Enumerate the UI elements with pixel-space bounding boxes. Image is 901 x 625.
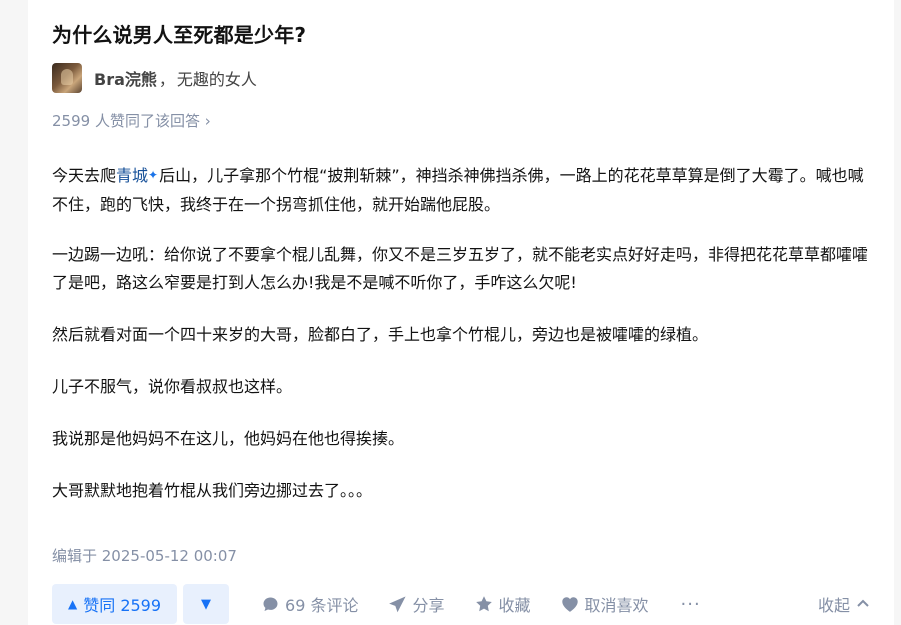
collapse-button[interactable]: 收起 (818, 592, 870, 616)
upvote-label: 赞同 2599 (83, 596, 162, 615)
comment-icon (261, 595, 279, 613)
votes-summary[interactable]: 2599 人赞同了该回答 › (52, 110, 211, 131)
unlike-label: 取消喜欢 (584, 596, 649, 615)
favorite-label: 收藏 (498, 596, 531, 615)
edited-time: 编辑于 2025-05-12 00:07 (52, 547, 237, 565)
share-button[interactable]: 分享 (389, 592, 445, 616)
upvote-button[interactable]: ▲ 赞同 2599 (52, 584, 178, 624)
action-bar: ▲ 赞同 2599 ▼ 69 条评论 分享 收藏 取消喜欢 ··· 收起 (52, 584, 870, 624)
author-info: Bra浣熊 ， 无趣的女人 (52, 62, 257, 94)
share-icon (389, 595, 407, 613)
comments-label: 69 条评论 (285, 596, 359, 615)
avatar[interactable] (52, 63, 82, 93)
answer-paragraph: 今天去爬青城✦后山，儿子拿那个竹棍“披荆斩棘”，神挡杀神佛挡杀佛，一路上的花花草… (52, 162, 872, 219)
paragraph-text: 今天去爬 (52, 166, 117, 185)
author-separator: ， (158, 70, 175, 89)
heart-icon (561, 595, 579, 613)
answer-content: 今天去爬青城✦后山，儿子拿那个竹棍“披荆斩棘”，神挡杀神佛挡杀佛，一路上的花花草… (52, 162, 872, 529)
author-name[interactable]: Bra浣熊 (94, 66, 157, 90)
paragraph-text: 后山，儿子拿那个竹棍“披荆斩棘”，神挡杀神佛挡杀佛，一路上的花花草草算是倒了大霉… (52, 166, 864, 214)
chevron-right-icon: › (204, 112, 211, 130)
more-button[interactable]: ··· (681, 594, 701, 615)
sparkle-icon: ✦ (148, 168, 159, 182)
question-title[interactable]: 为什么说男人至死都是少年? (52, 19, 306, 48)
unlike-button[interactable]: 取消喜欢 (561, 592, 649, 616)
answer-paragraph: 然后就看对面一个四十来岁的大哥，脸都白了，手上也拿个竹棍儿，旁边也是被嚯嚯的绿植… (52, 325, 709, 344)
topic-link[interactable]: 青城 (116, 166, 148, 185)
triangle-up-icon: ▲ (68, 597, 78, 611)
triangle-down-icon: ▼ (201, 596, 212, 612)
chevron-up-icon (856, 597, 870, 612)
author-bio: 无趣的女人 (176, 70, 257, 89)
answer-card: 为什么说男人至死都是少年? Bra浣熊 ， 无趣的女人 2599 人赞同了该回答… (28, 0, 894, 625)
answer-paragraph: 我说那是他妈妈不在这儿，他妈妈在他也得挨揍。 (52, 429, 405, 448)
star-icon (475, 595, 493, 613)
downvote-button[interactable]: ▼ (183, 584, 230, 624)
answer-paragraph: 一边踢一边吼：给你说了不要拿个棍儿乱舞，你又不是三岁五岁了，就不能老实点好好走吗… (52, 245, 869, 292)
comments-button[interactable]: 69 条评论 (261, 592, 359, 616)
favorite-button[interactable]: 收藏 (475, 592, 531, 616)
share-label: 分享 (412, 596, 445, 615)
answer-paragraph: 儿子不服气，说你看叔叔也这样。 (52, 377, 293, 396)
more-icon: ··· (680, 593, 701, 615)
votes-summary-text: 2599 人赞同了该回答 (52, 112, 200, 130)
collapse-label: 收起 (817, 596, 850, 615)
answer-paragraph: 大哥默默地抱着竹棍从我们旁边挪过去了。。。 (52, 481, 373, 500)
